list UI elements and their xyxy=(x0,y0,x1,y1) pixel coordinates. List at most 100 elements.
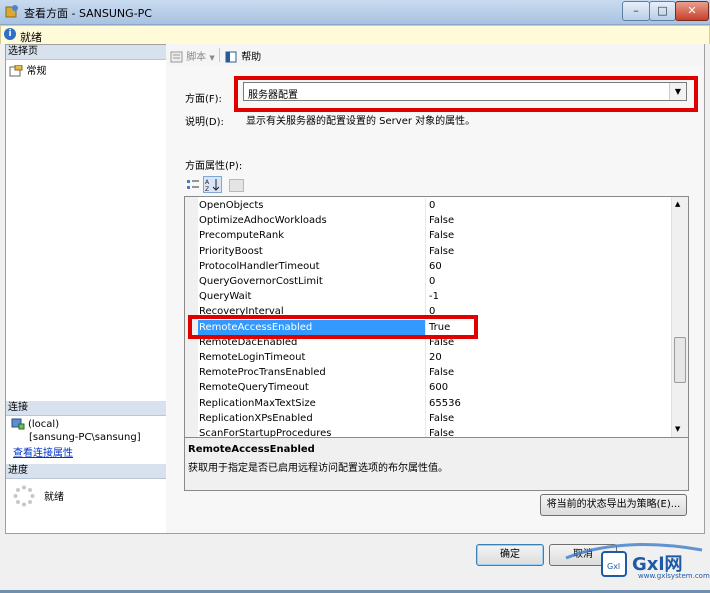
svg-text:Z: Z xyxy=(205,186,209,192)
property-row[interactable]: OptimizeAdhocWorkloads False xyxy=(198,213,672,229)
column-divider xyxy=(425,380,426,396)
property-name: PriorityBoost xyxy=(199,245,263,257)
property-row[interactable]: RemoteProcTransEnabled False xyxy=(198,365,672,381)
categorized-icon xyxy=(187,180,199,189)
help-icon xyxy=(225,51,237,63)
view-connection-properties-link[interactable]: 查看连接属性 xyxy=(13,444,73,459)
property-name: OpenObjects xyxy=(199,200,264,211)
property-name: QueryWait xyxy=(199,291,252,303)
property-value: False xyxy=(429,245,455,257)
property-highlight-box xyxy=(188,315,478,339)
property-name: ProtocolHandlerTimeout xyxy=(199,260,320,272)
property-value: 0 xyxy=(429,200,436,211)
property-name: ReplicationXPsEnabled xyxy=(199,412,313,424)
property-value: False xyxy=(429,367,455,379)
property-name: RemoteProcTransEnabled xyxy=(199,367,326,379)
left-panel xyxy=(5,44,167,534)
column-divider xyxy=(425,410,426,426)
property-description-title: RemoteAccessEnabled xyxy=(188,444,315,455)
column-divider xyxy=(425,395,426,411)
column-divider xyxy=(425,365,426,381)
help-button[interactable]: 帮助 xyxy=(225,48,261,63)
property-value: 0 xyxy=(429,276,436,287)
column-divider xyxy=(425,243,426,259)
properties-page-icon xyxy=(9,64,23,77)
property-value: False xyxy=(429,412,455,424)
property-row[interactable]: RemoteQueryTimeout 600 xyxy=(198,380,672,396)
ok-button[interactable]: 确定 xyxy=(476,544,544,566)
property-name: RemoteQueryTimeout xyxy=(199,382,309,394)
toolbar: 脚本 ▼ 帮助 xyxy=(166,44,704,66)
property-description-box: RemoteAccessEnabled 获取用于指定是否已启用远程访问配置选项的… xyxy=(184,437,689,491)
column-divider xyxy=(425,198,426,213)
scroll-thumb[interactable] xyxy=(674,337,686,383)
maximize-button[interactable]: □ xyxy=(649,1,676,21)
column-divider xyxy=(425,274,426,289)
property-row[interactable]: ReplicationMaxTextSize 65536 xyxy=(198,395,672,411)
progress-header: 进度 xyxy=(6,464,167,479)
property-value: 20 xyxy=(429,352,442,363)
script-icon xyxy=(170,51,183,63)
alphabetical-button[interactable]: A Z xyxy=(203,176,222,193)
connection-header: 连接 xyxy=(6,401,167,416)
status-bar: i 就绪 xyxy=(0,25,710,45)
property-row[interactable]: ProtocolHandlerTimeout 60 xyxy=(198,258,672,274)
scroll-up-icon[interactable]: ▲ xyxy=(675,200,680,208)
categorized-button[interactable] xyxy=(185,177,201,192)
column-divider xyxy=(425,289,426,305)
page-item-label: 常规 xyxy=(26,66,47,77)
info-icon: i xyxy=(4,28,16,40)
property-value: False xyxy=(429,215,455,227)
svg-text:A: A xyxy=(205,179,210,186)
property-row[interactable]: PriorityBoost False xyxy=(198,243,672,259)
facet-app-icon xyxy=(5,5,18,18)
property-name: RemoteLoginTimeout xyxy=(199,352,306,363)
connection-user: [sansung-PC\sansung] xyxy=(29,432,141,443)
facet-highlight-box xyxy=(234,76,698,112)
property-pages-button[interactable] xyxy=(229,179,244,192)
property-row[interactable]: RemoteLoginTimeout 20 xyxy=(198,350,672,365)
facet-description: 显示有关服务器的配置设置的 Server 对象的属性。 xyxy=(246,116,476,127)
minimize-button[interactable]: – xyxy=(622,1,650,21)
script-label: 脚本 xyxy=(186,52,207,63)
property-value: False xyxy=(429,230,455,242)
column-divider xyxy=(425,228,426,244)
property-value: 600 xyxy=(429,382,449,394)
column-divider xyxy=(425,213,426,229)
server-icon xyxy=(11,418,25,430)
property-description-text: 获取用于指定是否已启用远程访问配置选项的布尔属性值。 xyxy=(188,463,448,474)
facet-label: 方面(F): xyxy=(185,94,222,105)
column-divider xyxy=(425,350,426,365)
facet-properties-label: 方面属性(P): xyxy=(185,161,243,172)
sort-az-icon: A Z xyxy=(205,179,220,193)
property-row[interactable]: QueryWait -1 xyxy=(198,289,672,305)
script-button[interactable]: 脚本 ▼ xyxy=(170,48,215,63)
close-button[interactable]: ✕ xyxy=(675,1,709,21)
property-name: PrecomputeRank xyxy=(199,230,284,242)
property-row[interactable]: OpenObjects 0 xyxy=(198,198,672,213)
watermark: Gxl Gxl网 www.gxlsystem.com xyxy=(562,528,710,590)
vertical-scrollbar[interactable]: ▲ ▼ xyxy=(671,197,688,437)
property-row[interactable]: ReplicationXPsEnabled False xyxy=(198,410,672,426)
toolbar-separator xyxy=(219,48,220,62)
script-dropdown-icon[interactable]: ▼ xyxy=(209,54,214,62)
export-policy-button[interactable]: 将当前的状态导出为策略(E)... xyxy=(540,494,687,516)
scroll-down-icon[interactable]: ▼ xyxy=(675,425,680,433)
property-value: -1 xyxy=(429,291,439,303)
select-page-header: 选择页 xyxy=(6,45,167,60)
property-row[interactable]: PrecomputeRank False xyxy=(198,228,672,244)
property-name: ReplicationMaxTextSize xyxy=(199,397,316,409)
property-row[interactable]: QueryGovernorCostLimit 0 xyxy=(198,274,672,289)
property-name: OptimizeAdhocWorkloads xyxy=(199,215,327,227)
watermark-url: www.gxlsystem.com xyxy=(638,572,710,580)
page-item-general[interactable]: 常规 xyxy=(9,62,47,77)
window-title: 查看方面 - SANSUNG-PC xyxy=(24,7,152,20)
progress-status: 就绪 xyxy=(44,492,64,503)
status-text: 就绪 xyxy=(20,31,42,44)
property-name: QueryGovernorCostLimit xyxy=(199,276,323,287)
description-label: 说明(D): xyxy=(185,117,224,128)
title-bar: 查看方面 - SANSUNG-PC – □ ✕ xyxy=(0,0,710,25)
property-value: 65536 xyxy=(429,397,461,409)
server-name: (local) xyxy=(28,419,60,430)
progress-spinner-icon xyxy=(13,485,35,507)
